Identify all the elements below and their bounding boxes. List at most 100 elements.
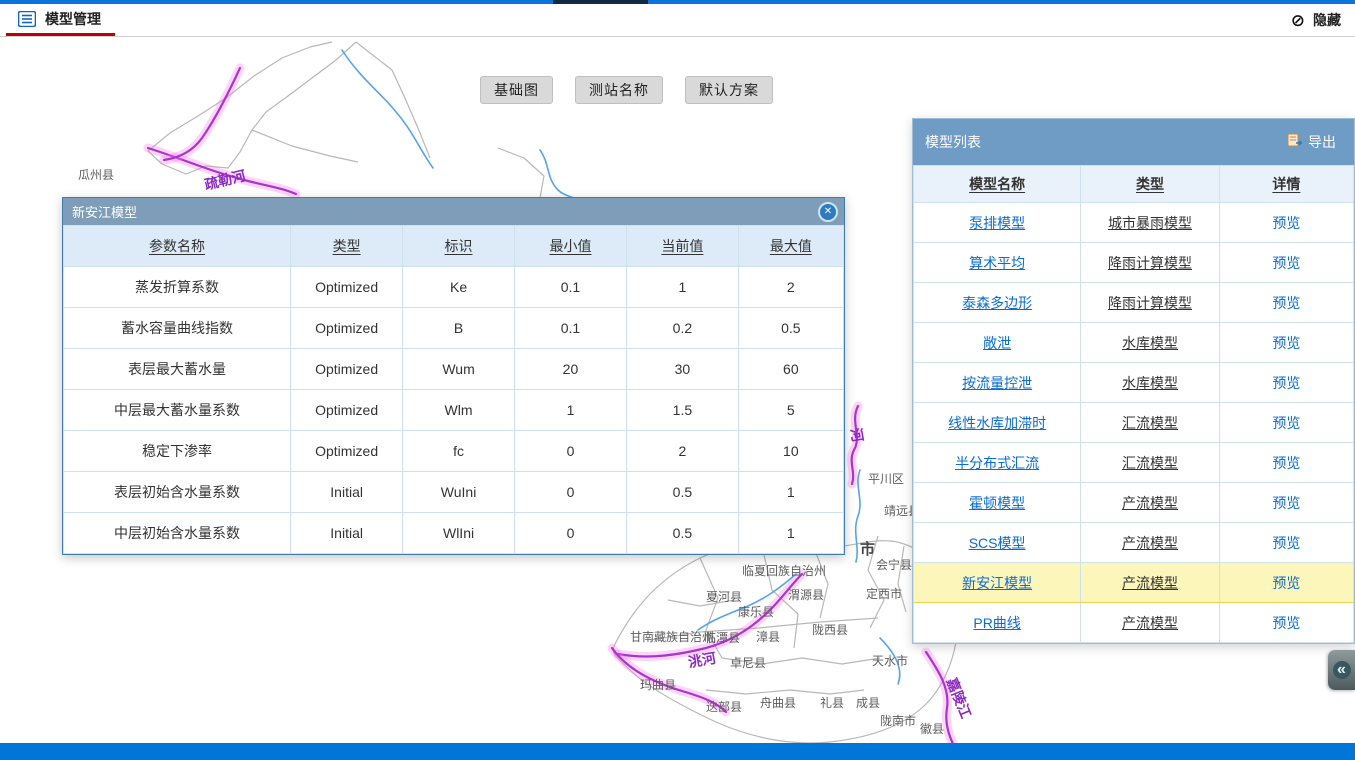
model-type-link[interactable]: 产流模型: [1122, 495, 1178, 511]
map-place-label: 临夏回族自治州: [742, 562, 826, 579]
model-row: 算术平均 降雨计算模型 预览: [914, 243, 1354, 283]
map-place-label: 天水市: [872, 652, 908, 669]
model-name-link[interactable]: 新安江模型: [962, 575, 1032, 591]
map-place-label: 定西市: [866, 585, 902, 602]
station-names-button[interactable]: 测站名称: [575, 76, 663, 104]
param-table: 参数名称类型标识最小值当前值最大值 蒸发折算系数OptimizedKe0.112…: [63, 225, 844, 554]
model-name-link[interactable]: 敞泄: [983, 335, 1011, 351]
param-cell: Ke: [403, 267, 515, 308]
collapse-icon: «: [1333, 661, 1351, 679]
model-panel-header: 模型列表 导出: [913, 119, 1354, 165]
model-type-link[interactable]: 水库模型: [1122, 375, 1178, 391]
prohibit-icon: ⊘: [1291, 12, 1305, 29]
model-preview-link[interactable]: 预览: [1272, 495, 1300, 511]
model-type-link[interactable]: 降雨计算模型: [1108, 295, 1192, 311]
param-cell: 0: [514, 472, 626, 513]
tab-model-management[interactable]: 模型管理: [6, 4, 115, 36]
model-name-link-cell: 算术平均: [914, 243, 1081, 283]
model-name-link[interactable]: 按流量控泄: [962, 375, 1032, 391]
param-cell: 0.2: [627, 308, 739, 349]
param-dialog-title: 新安江模型: [72, 202, 137, 221]
export-label: 导出: [1308, 132, 1336, 152]
model-table: 模型名称类型详情 泵排模型城市暴雨模型预览算术平均降雨计算模型预览泰森多边形降雨…: [913, 165, 1354, 643]
model-name-link-cell: 半分布式汇流: [914, 443, 1081, 483]
param-table-header-row: 参数名称类型标识最小值当前值最大值: [64, 226, 844, 267]
model-type-link[interactable]: 产流模型: [1122, 575, 1178, 591]
param-cell: WlIni: [403, 513, 515, 554]
model-row: 敞泄 水库模型 预览: [914, 323, 1354, 363]
param-cell: 0.1: [514, 267, 626, 308]
basemap-button[interactable]: 基础图: [480, 76, 553, 104]
model-name-link[interactable]: 算术平均: [969, 255, 1025, 271]
export-button[interactable]: 导出: [1287, 132, 1336, 152]
map-place-label: 瓜州县: [78, 166, 114, 183]
model-type-link[interactable]: 汇流模型: [1122, 455, 1178, 471]
model-type-link-cell: 城市暴雨模型: [1081, 203, 1220, 243]
model-preview-link-cell: 预览: [1219, 443, 1353, 483]
param-row: 中层最大蓄水量系数OptimizedWlm11.55: [64, 390, 844, 431]
param-cell: Optimized: [290, 349, 402, 390]
model-name-link[interactable]: 泵排模型: [969, 215, 1025, 231]
model-preview-link[interactable]: 预览: [1272, 575, 1300, 591]
default-scheme-button[interactable]: 默认方案: [685, 76, 773, 104]
model-name-link-cell: SCS模型: [914, 523, 1081, 563]
model-name-link-cell: PR曲线: [914, 603, 1081, 643]
model-preview-link[interactable]: 预览: [1272, 215, 1300, 231]
model-preview-link-cell: 预览: [1219, 363, 1353, 403]
model-type-link[interactable]: 产流模型: [1122, 535, 1178, 551]
model-row: 泵排模型 城市暴雨模型 预览: [914, 203, 1354, 243]
map-place-label: 成县: [856, 694, 880, 711]
model-preview-link-cell: 预览: [1219, 483, 1353, 523]
model-preview-link[interactable]: 预览: [1272, 415, 1300, 431]
model-preview-link[interactable]: 预览: [1272, 455, 1300, 471]
model-row: 霍顿模型 产流模型 预览: [914, 483, 1354, 523]
param-cell: WuIni: [403, 472, 515, 513]
model-type-link-cell: 产流模型: [1081, 523, 1220, 563]
model-name-link[interactable]: 霍顿模型: [969, 495, 1025, 511]
model-row: 新安江模型 产流模型 预览: [914, 563, 1354, 603]
param-cell: 表层最大蓄水量: [64, 349, 291, 390]
model-preview-link-cell: 预览: [1219, 203, 1353, 243]
map-place-label: 玛曲县: [640, 676, 676, 693]
model-name-link[interactable]: PR曲线: [973, 615, 1020, 631]
model-name-link[interactable]: 半分布式汇流: [955, 455, 1039, 471]
model-type-link[interactable]: 汇流模型: [1122, 415, 1178, 431]
param-cell: 0: [514, 513, 626, 554]
map-place-label: 卓尼县: [730, 654, 766, 671]
param-cell: 20: [514, 349, 626, 390]
model-type-link[interactable]: 水库模型: [1122, 335, 1178, 351]
param-cell: 30: [627, 349, 739, 390]
model-preview-link[interactable]: 预览: [1272, 535, 1300, 551]
param-col-header: 参数名称: [64, 226, 291, 267]
param-cell: 10: [738, 431, 843, 472]
hide-control[interactable]: ⊘ 隐藏: [1291, 10, 1341, 30]
param-col-header: 标识: [403, 226, 515, 267]
param-cell: Wlm: [403, 390, 515, 431]
map-place-label: 迭部县: [706, 698, 742, 715]
model-preview-link-cell: 预览: [1219, 523, 1353, 563]
map-place-label: 临潭县: [704, 629, 740, 646]
model-row: 线性水库加滞时 汇流模型 预览: [914, 403, 1354, 443]
param-row: 表层初始含水量系数InitialWuIni00.51: [64, 472, 844, 513]
model-preview-link[interactable]: 预览: [1272, 255, 1300, 271]
model-type-link[interactable]: 产流模型: [1122, 615, 1178, 631]
map-place-label: 甘南藏族自治州: [630, 628, 714, 645]
param-cell: 中层初始含水量系数: [64, 513, 291, 554]
param-cell: 2: [627, 431, 739, 472]
param-cell: Wum: [403, 349, 515, 390]
close-icon[interactable]: ✕: [818, 202, 838, 222]
model-type-link[interactable]: 降雨计算模型: [1108, 255, 1192, 271]
model-type-link[interactable]: 城市暴雨模型: [1108, 215, 1192, 231]
model-preview-link[interactable]: 预览: [1272, 335, 1300, 351]
model-preview-link[interactable]: 预览: [1272, 615, 1300, 631]
map-place-label: 舟曲县: [760, 694, 796, 711]
river-label: 洮河: [686, 648, 717, 673]
param-dialog: 新安江模型 ✕ 参数名称类型标识最小值当前值最大值 蒸发折算系数Optimize…: [62, 197, 845, 555]
model-name-link[interactable]: 泰森多边形: [962, 295, 1032, 311]
param-dialog-header[interactable]: 新安江模型 ✕: [63, 198, 844, 225]
model-name-link[interactable]: 线性水库加滞时: [948, 415, 1046, 431]
panel-collapse-handle[interactable]: «: [1328, 650, 1355, 690]
model-preview-link[interactable]: 预览: [1272, 295, 1300, 311]
model-name-link[interactable]: SCS模型: [969, 535, 1026, 551]
model-preview-link[interactable]: 预览: [1272, 375, 1300, 391]
